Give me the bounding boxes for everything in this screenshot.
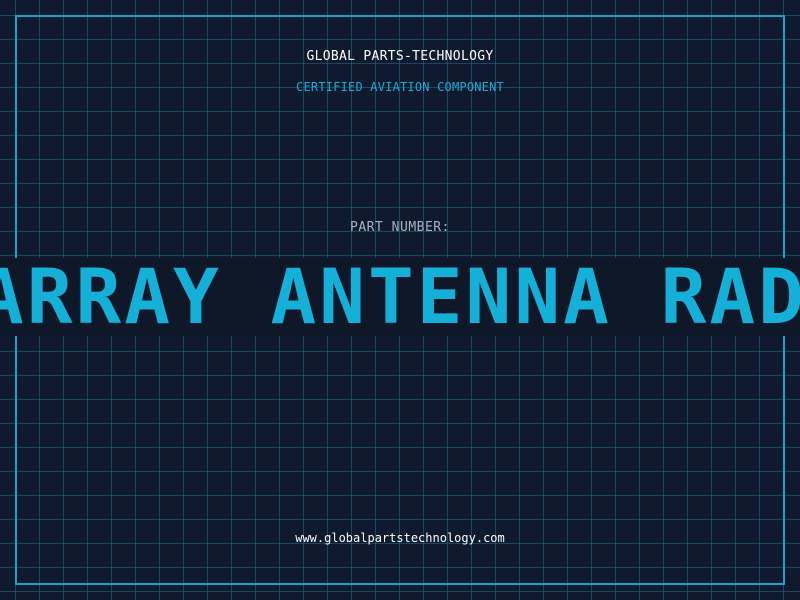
brand-subtitle: CERTIFIED AVIATION COMPONENT	[296, 80, 504, 94]
part-number-banner: ARRAY ANTENNA RADAR	[0, 258, 800, 336]
brand-title: GLOBAL PARTS-TECHNOLOGY	[306, 49, 494, 64]
part-number-label: PART NUMBER:	[350, 220, 450, 235]
part-number-value: ARRAY ANTENNA RADAR	[0, 258, 800, 336]
website-url: www.globalpartstechnology.com	[295, 531, 505, 545]
